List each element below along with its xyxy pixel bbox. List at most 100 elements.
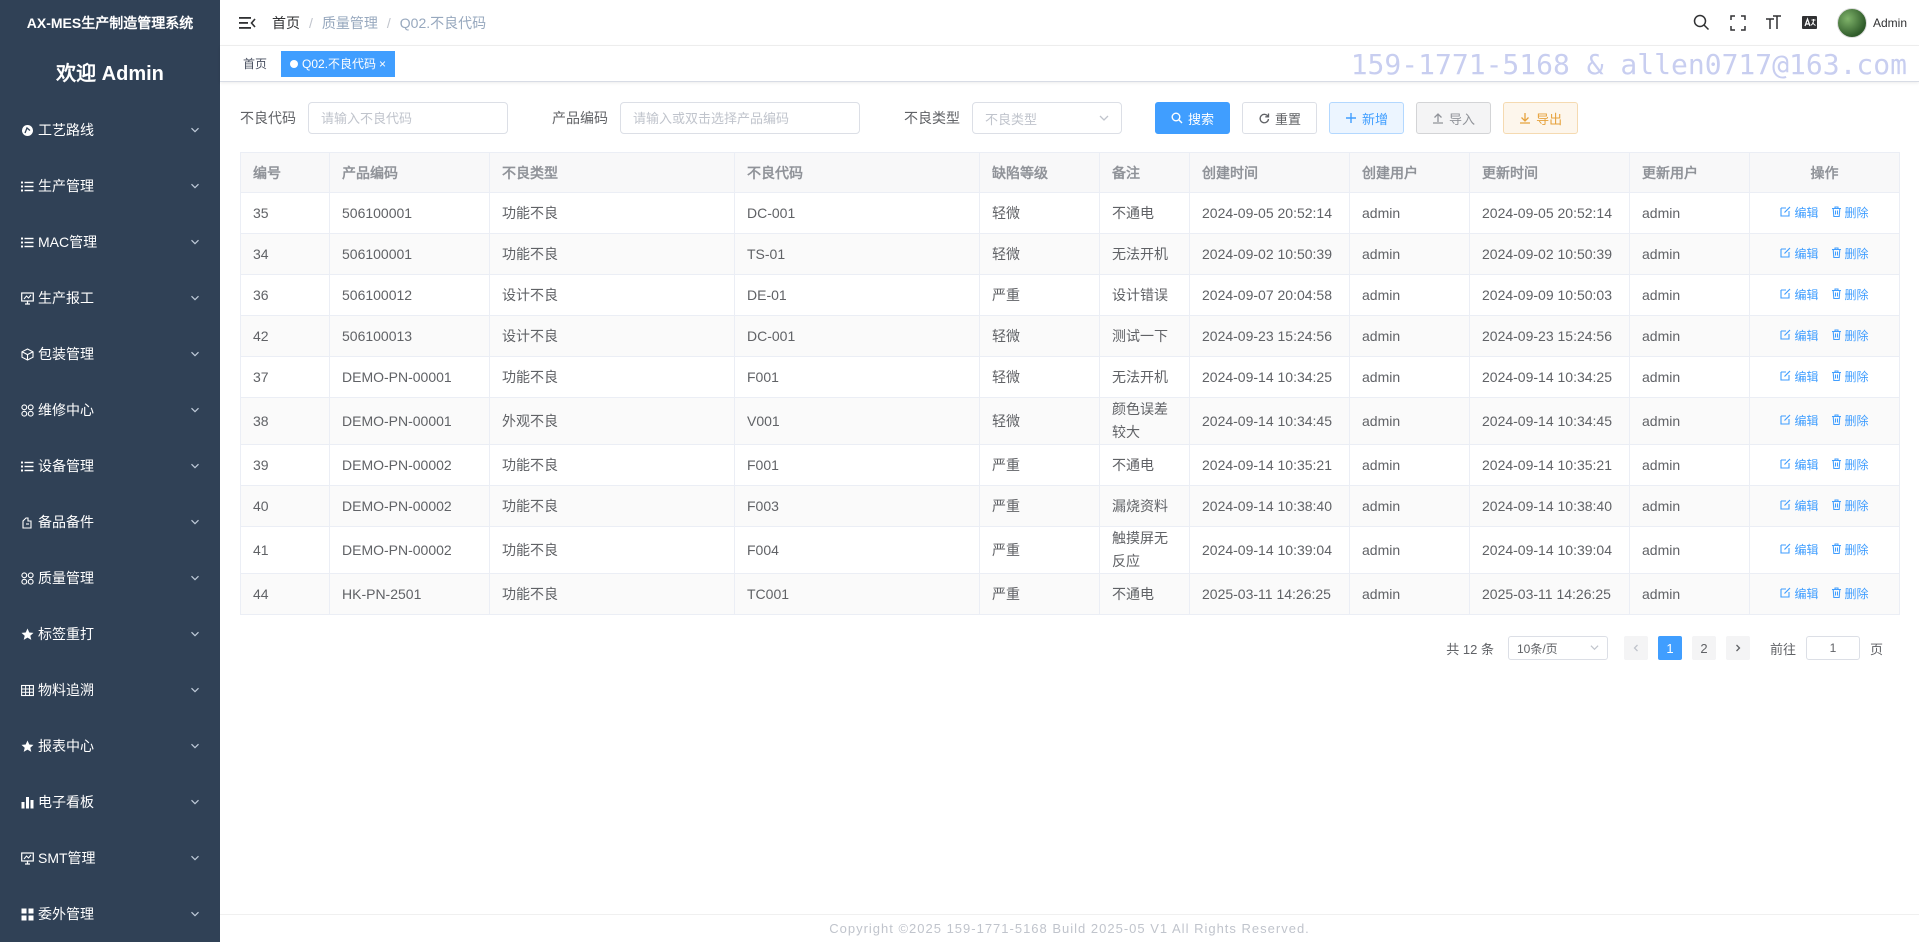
edit-icon bbox=[1780, 454, 1791, 477]
delete-button[interactable]: 删除 bbox=[1831, 202, 1869, 225]
fullscreen-icon[interactable] bbox=[1729, 14, 1747, 32]
search-icon[interactable] bbox=[1693, 14, 1711, 32]
sidebar-item-8[interactable]: 质量管理 bbox=[0, 550, 220, 606]
table-cell: admin bbox=[1349, 356, 1470, 398]
table-cell: 功能不良 bbox=[489, 526, 735, 574]
font-size-icon[interactable] bbox=[1765, 14, 1783, 32]
edit-button[interactable]: 编辑 bbox=[1780, 454, 1819, 477]
reset-button[interactable]: 重置 bbox=[1242, 102, 1318, 134]
delete-label: 删除 bbox=[1844, 329, 1869, 343]
chevron-down-icon bbox=[190, 517, 200, 527]
sidebar-item-label: MAC管理 bbox=[38, 234, 98, 250]
breadcrumb-separator: / bbox=[386, 14, 391, 31]
sidebar-item-6[interactable]: 设备管理 bbox=[0, 438, 220, 494]
sidebar-item-1[interactable]: 生产管理 bbox=[0, 158, 220, 214]
page-size-value: 10条/页 bbox=[1516, 641, 1558, 656]
delete-button[interactable]: 删除 bbox=[1831, 583, 1869, 606]
edit-button[interactable]: 编辑 bbox=[1780, 583, 1819, 606]
edit-button[interactable]: 编辑 bbox=[1780, 410, 1819, 433]
search-button[interactable]: 搜索 bbox=[1155, 102, 1231, 134]
sidebar-item-0[interactable]: 工艺路线 bbox=[0, 102, 220, 158]
edit-button[interactable]: 编辑 bbox=[1780, 366, 1819, 389]
language-icon[interactable] bbox=[1801, 14, 1819, 32]
table-row: 41 DEMO-PN-00002 功能不良 F004 严重 触摸屏无反应 2024-09-1… bbox=[240, 526, 1900, 574]
sidebar-item-9[interactable]: 标签重打 bbox=[0, 606, 220, 662]
table-body: 35 506100001 功能不良 DC-001 轻微 不通电 2024-09-05 20:… bbox=[240, 192, 1900, 615]
import-button[interactable]: 导入 bbox=[1416, 102, 1492, 134]
add-button[interactable]: 新增 bbox=[1329, 102, 1405, 134]
sidebar-item-4[interactable]: 包装管理 bbox=[0, 326, 220, 382]
code-input[interactable] bbox=[321, 110, 495, 126]
breadcrumb-quality: 质量管理 bbox=[321, 14, 378, 31]
product-input[interactable] bbox=[633, 110, 847, 126]
row-actions: 编辑 删除 bbox=[1749, 356, 1900, 398]
sidebar-item-13[interactable]: SMT管理 bbox=[0, 830, 220, 886]
page-button-1[interactable]: 1 bbox=[1657, 636, 1682, 660]
table-cell: 2024-09-05 20:52:14 bbox=[1189, 192, 1350, 234]
sidebar-item-7[interactable]: 备品备件 bbox=[0, 494, 220, 550]
table-cell: TS-01 bbox=[734, 233, 980, 275]
sidebar-item-2[interactable]: MAC管理 bbox=[0, 214, 220, 270]
edit-button[interactable]: 编辑 bbox=[1780, 325, 1819, 348]
list-icon bbox=[20, 235, 34, 249]
edit-button[interactable]: 编辑 bbox=[1780, 243, 1819, 266]
prev-page-button[interactable] bbox=[1623, 636, 1648, 660]
sidebar-item-label: 维修中心 bbox=[38, 402, 94, 418]
table-cell: 2024-09-09 10:50:03 bbox=[1469, 274, 1630, 316]
table-cell: admin bbox=[1629, 315, 1750, 357]
import-button-label: 导入 bbox=[1449, 111, 1476, 127]
sidebar-item-12[interactable]: 电子看板 bbox=[0, 774, 220, 830]
edit-button[interactable]: 编辑 bbox=[1780, 284, 1819, 307]
hamburger-icon[interactable] bbox=[238, 14, 256, 32]
table-cell: admin bbox=[1349, 192, 1470, 234]
page-size-select[interactable]: 10条/页 bbox=[1507, 636, 1608, 660]
next-page-button[interactable] bbox=[1725, 636, 1750, 660]
edit-button[interactable]: 编辑 bbox=[1780, 202, 1819, 225]
delete-button[interactable]: 删除 bbox=[1831, 284, 1869, 307]
reset-button-label: 重置 bbox=[1275, 111, 1302, 127]
sidebar-item-5[interactable]: 维修中心 bbox=[0, 382, 220, 438]
sidebar-item-14[interactable]: 委外管理 bbox=[0, 886, 220, 942]
edit-button[interactable]: 编辑 bbox=[1780, 495, 1819, 518]
table-header-row: 编号 产品编码 不良类型 不良代码 缺陷等级 备注 创建时间 创建用户 更新时间 更新用户 操作 bbox=[240, 152, 1900, 193]
table-cell: 颜色误差较大 bbox=[1099, 397, 1190, 445]
row-actions: 编辑 删除 bbox=[1749, 485, 1900, 527]
navbar-right: Admin bbox=[1693, 7, 1907, 38]
close-icon[interactable]: × bbox=[379, 52, 386, 76]
delete-button[interactable]: 删除 bbox=[1831, 243, 1869, 266]
avatar[interactable] bbox=[1836, 7, 1867, 38]
export-button[interactable]: 导出 bbox=[1503, 102, 1579, 134]
chevron-down-icon bbox=[190, 181, 200, 191]
table-cell: 功能不良 bbox=[489, 192, 735, 234]
table-row: 40 DEMO-PN-00002 功能不良 F003 严重 漏烧资料 2024-09-14 … bbox=[240, 485, 1900, 527]
table-icon bbox=[20, 683, 34, 697]
table-row: 42 506100013 设计不良 DC-001 轻微 测试一下 2024-09-23 15… bbox=[240, 315, 1900, 357]
table-cell: 39 bbox=[240, 444, 330, 486]
edit-label: 编辑 bbox=[1794, 329, 1819, 343]
sidebar-item-10[interactable]: 物料追溯 bbox=[0, 662, 220, 718]
table-row: 35 506100001 功能不良 DC-001 轻微 不通电 2024-09-05 20:… bbox=[240, 192, 1900, 234]
delete-button[interactable]: 删除 bbox=[1831, 325, 1869, 348]
table-cell: admin bbox=[1629, 356, 1750, 398]
table-cell: 35 bbox=[240, 192, 330, 234]
row-actions: 编辑 删除 bbox=[1749, 526, 1900, 574]
sidebar-item-3[interactable]: 生产报工 bbox=[0, 270, 220, 326]
delete-button[interactable]: 删除 bbox=[1831, 366, 1869, 389]
breadcrumb-home[interactable]: 首页 bbox=[272, 13, 300, 33]
delete-button[interactable]: 删除 bbox=[1831, 454, 1869, 477]
table-header-cell: 创建用户 bbox=[1349, 152, 1470, 193]
page-button-2[interactable]: 2 bbox=[1691, 636, 1716, 660]
type-select[interactable]: 不良类型 bbox=[972, 102, 1122, 134]
table-cell: 2024-09-14 10:34:25 bbox=[1189, 356, 1350, 398]
goto-page-input[interactable]: 1 bbox=[1805, 636, 1860, 660]
delete-button[interactable]: 删除 bbox=[1831, 410, 1869, 433]
delete-button[interactable]: 删除 bbox=[1831, 539, 1869, 562]
user-menu[interactable]: Admin bbox=[1836, 7, 1907, 38]
tag-home[interactable]: 首页 bbox=[235, 50, 276, 77]
sidebar-item-11[interactable]: 报表中心 bbox=[0, 718, 220, 774]
table-cell: 外观不良 bbox=[489, 397, 735, 445]
edit-button[interactable]: 编辑 bbox=[1780, 539, 1819, 562]
delete-button[interactable]: 删除 bbox=[1831, 495, 1869, 518]
tag-active[interactable]: Q02.不良代码 × bbox=[281, 50, 396, 77]
user-name[interactable]: Admin bbox=[1873, 16, 1907, 30]
